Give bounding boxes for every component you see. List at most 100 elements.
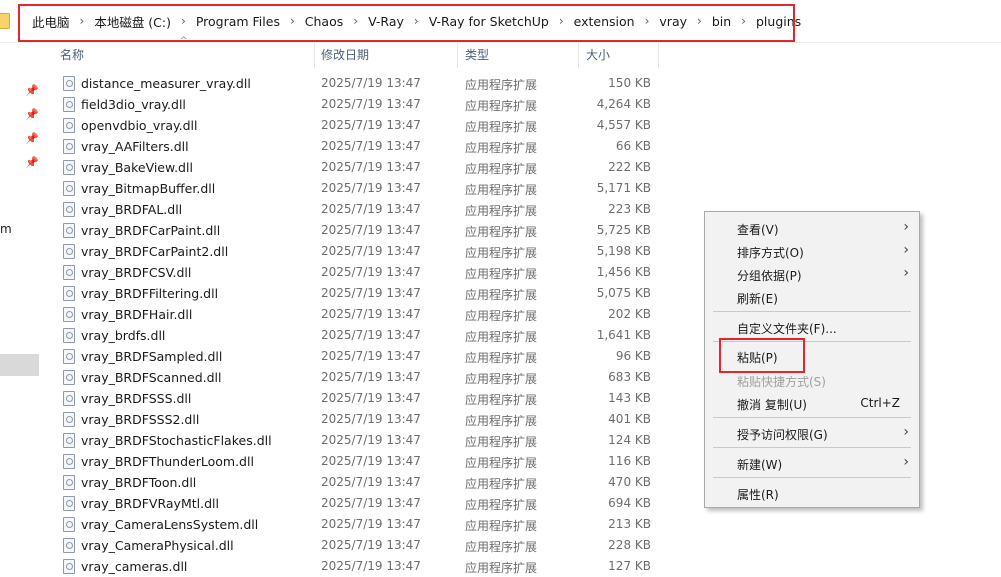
- address-bar[interactable]: 此电脑 › 本地磁盘 (C:) › Program Files › Chaos …: [0, 0, 1001, 46]
- column-header-type[interactable]: 类型: [465, 46, 489, 63]
- chevron-right-icon[interactable]: ›: [80, 14, 85, 28]
- chevron-right-icon[interactable]: ›: [697, 14, 702, 28]
- pin-icon[interactable]: 📌: [25, 156, 39, 169]
- menu-item-new[interactable]: 新建(W) ›: [705, 452, 919, 474]
- file-row[interactable]: openvdbio_vray.dll 2025/7/19 13:47 应用程序扩展 4…: [46, 115, 666, 136]
- file-type: 应用程序扩展: [465, 456, 538, 470]
- chevron-right-icon[interactable]: ›: [645, 14, 650, 28]
- column-header-size[interactable]: 大小: [586, 46, 610, 63]
- file-row[interactable]: vray_BRDFCSV.dll 2025/7/19 13:47 应用程序扩展 1,4…: [46, 262, 666, 283]
- file-type: 应用程序扩展: [465, 414, 538, 428]
- file-row[interactable]: vray_BakeView.dll 2025/7/19 13:47 应用程序扩展 22…: [46, 157, 666, 178]
- file-row[interactable]: vray_BRDFToon.dll 2025/7/19 13:47 应用程序扩展 47…: [46, 472, 666, 493]
- crumb-extension[interactable]: extension: [573, 14, 636, 29]
- nav-item-label[interactable]: m: [0, 222, 12, 236]
- menu-label: 粘贴快捷方式(S): [737, 375, 826, 389]
- file-row[interactable]: vray_cameras.dll 2025/7/19 13:47 应用程序扩展 127…: [46, 556, 666, 577]
- crumb-bin[interactable]: bin: [711, 14, 732, 29]
- chevron-right-icon[interactable]: ›: [741, 14, 746, 28]
- file-row[interactable]: vray_BRDFSSS2.dll 2025/7/19 13:47 应用程序扩展 40…: [46, 409, 666, 430]
- file-type: 应用程序扩展: [465, 561, 538, 575]
- menu-item-paste[interactable]: 粘贴(P): [705, 345, 919, 367]
- file-type: 应用程序扩展: [465, 78, 538, 92]
- file-date: 2025/7/19 13:47: [321, 517, 421, 531]
- column-divider[interactable]: [578, 42, 579, 68]
- dll-file-icon: [63, 391, 75, 406]
- file-date: 2025/7/19 13:47: [321, 538, 421, 552]
- file-row[interactable]: vray_BRDFHair.dll 2025/7/19 13:47 应用程序扩展 20…: [46, 304, 666, 325]
- menu-label: 属性(R): [737, 488, 779, 502]
- file-size: 116 KB: [608, 454, 651, 468]
- file-row[interactable]: vray_BRDFScanned.dll 2025/7/19 13:47 应用程序扩…: [46, 367, 666, 388]
- file-type: 应用程序扩展: [465, 99, 538, 113]
- file-type: 应用程序扩展: [465, 540, 538, 554]
- chevron-right-icon[interactable]: ›: [559, 14, 564, 28]
- menu-item-paste-shortcut[interactable]: 粘贴快捷方式(S): [705, 369, 919, 391]
- file-name: vray_BitmapBuffer.dll: [81, 181, 216, 196]
- file-size: 683 KB: [608, 370, 651, 384]
- chevron-right-icon[interactable]: ›: [353, 14, 358, 28]
- file-row[interactable]: vray_CameraLensSystem.dll 2025/7/19 13:47…: [46, 514, 666, 535]
- crumb-this-pc[interactable]: 此电脑: [31, 12, 71, 31]
- crumb-vray[interactable]: V-Ray: [367, 14, 405, 29]
- menu-item-view[interactable]: 查看(V) ›: [705, 217, 919, 239]
- column-header-date[interactable]: 修改日期: [321, 46, 369, 63]
- column-divider[interactable]: [658, 42, 659, 68]
- file-row[interactable]: vray_brdfs.dll 2025/7/19 13:47 应用程序扩展 1,641…: [46, 325, 666, 346]
- menu-item-customize-folder[interactable]: 自定义文件夹(F)...: [705, 316, 919, 338]
- menu-separator: [713, 447, 911, 448]
- file-row[interactable]: vray_BRDFThunderLoom.dll 2025/7/19 13:47 应…: [46, 451, 666, 472]
- pin-icon[interactable]: 📌: [25, 108, 39, 121]
- crumb-local-disk[interactable]: 本地磁盘 (C:): [93, 12, 172, 31]
- chevron-right-icon[interactable]: ›: [181, 14, 186, 28]
- file-row[interactable]: vray_BRDFSampled.dll 2025/7/19 13:47 应用程序扩…: [46, 346, 666, 367]
- file-type: 应用程序扩展: [465, 477, 538, 491]
- menu-item-refresh[interactable]: 刷新(E): [705, 286, 919, 308]
- navigation-pane: 📌 📌 📌 📌 m: [0, 42, 46, 570]
- crumb-plugins[interactable]: plugins: [755, 14, 802, 29]
- file-type: 应用程序扩展: [465, 246, 538, 260]
- crumb-chaos[interactable]: Chaos: [304, 14, 344, 29]
- crumb-vray-lower[interactable]: vray: [658, 14, 688, 29]
- column-header-name[interactable]: 名称: [60, 46, 84, 63]
- file-row[interactable]: field3dio_vray.dll 2025/7/19 13:47 应用程序扩展 4…: [46, 94, 666, 115]
- file-row[interactable]: vray_BRDFStochasticFlakes.dll 2025/7/19 1…: [46, 430, 666, 451]
- chevron-right-icon: ›: [903, 424, 909, 440]
- menu-item-undo-copy[interactable]: 撤消 复制(U) Ctrl+Z: [705, 392, 919, 414]
- menu-item-grant-access[interactable]: 授予访问权限(G) ›: [705, 422, 919, 444]
- file-row[interactable]: distance_measurer_vray.dll 2025/7/19 13:4…: [46, 73, 666, 94]
- pin-icon[interactable]: 📌: [25, 84, 39, 97]
- file-type: 应用程序扩展: [465, 267, 538, 281]
- file-row[interactable]: vray_AAFilters.dll 2025/7/19 13:47 应用程序扩展 6…: [46, 136, 666, 157]
- column-divider[interactable]: [314, 42, 315, 68]
- menu-item-group-by[interactable]: 分组依据(P) ›: [705, 263, 919, 285]
- file-size: 5,171 KB: [596, 181, 651, 195]
- crumb-program-files[interactable]: Program Files: [195, 14, 281, 29]
- file-row[interactable]: vray_BRDFSSS.dll 2025/7/19 13:47 应用程序扩展 143…: [46, 388, 666, 409]
- menu-item-properties[interactable]: 属性(R): [705, 482, 919, 504]
- nav-item-selected[interactable]: [0, 354, 39, 376]
- file-row[interactable]: vray_BRDFVRayMtl.dll 2025/7/19 13:47 应用程序扩…: [46, 493, 666, 514]
- file-row[interactable]: vray_BRDFFiltering.dll 2025/7/19 13:47 应用程…: [46, 283, 666, 304]
- file-row[interactable]: vray_BitmapBuffer.dll 2025/7/19 13:47 应用程序…: [46, 178, 666, 199]
- file-row[interactable]: vray_BRDFAL.dll 2025/7/19 13:47 应用程序扩展 223 …: [46, 199, 666, 220]
- file-size: 1,641 KB: [596, 328, 651, 342]
- column-divider[interactable]: [457, 42, 458, 68]
- file-row[interactable]: vray_BRDFCarPaint2.dll 2025/7/19 13:47 应用程…: [46, 241, 666, 262]
- file-size: 143 KB: [608, 391, 651, 405]
- menu-separator: [713, 311, 911, 312]
- chevron-right-icon[interactable]: ›: [414, 14, 419, 28]
- file-row[interactable]: vray_BRDFCarPaint.dll 2025/7/19 13:47 应用程序…: [46, 220, 666, 241]
- menu-item-sort-by[interactable]: 排序方式(O) ›: [705, 240, 919, 262]
- dll-file-icon: [63, 538, 75, 553]
- file-size: 694 KB: [608, 496, 651, 510]
- file-type: 应用程序扩展: [465, 309, 538, 323]
- menu-label: 刷新(E): [737, 292, 778, 306]
- crumb-vray-for-sketchup[interactable]: V-Ray for SketchUp: [428, 14, 550, 29]
- pin-icon[interactable]: 📌: [25, 132, 39, 145]
- chevron-right-icon: ›: [903, 219, 909, 235]
- file-date: 2025/7/19 13:47: [321, 496, 421, 510]
- chevron-right-icon[interactable]: ›: [290, 14, 295, 28]
- file-row[interactable]: vray_CameraPhysical.dll 2025/7/19 13:47 应用…: [46, 535, 666, 556]
- file-name: vray_BRDFScanned.dll: [81, 370, 222, 385]
